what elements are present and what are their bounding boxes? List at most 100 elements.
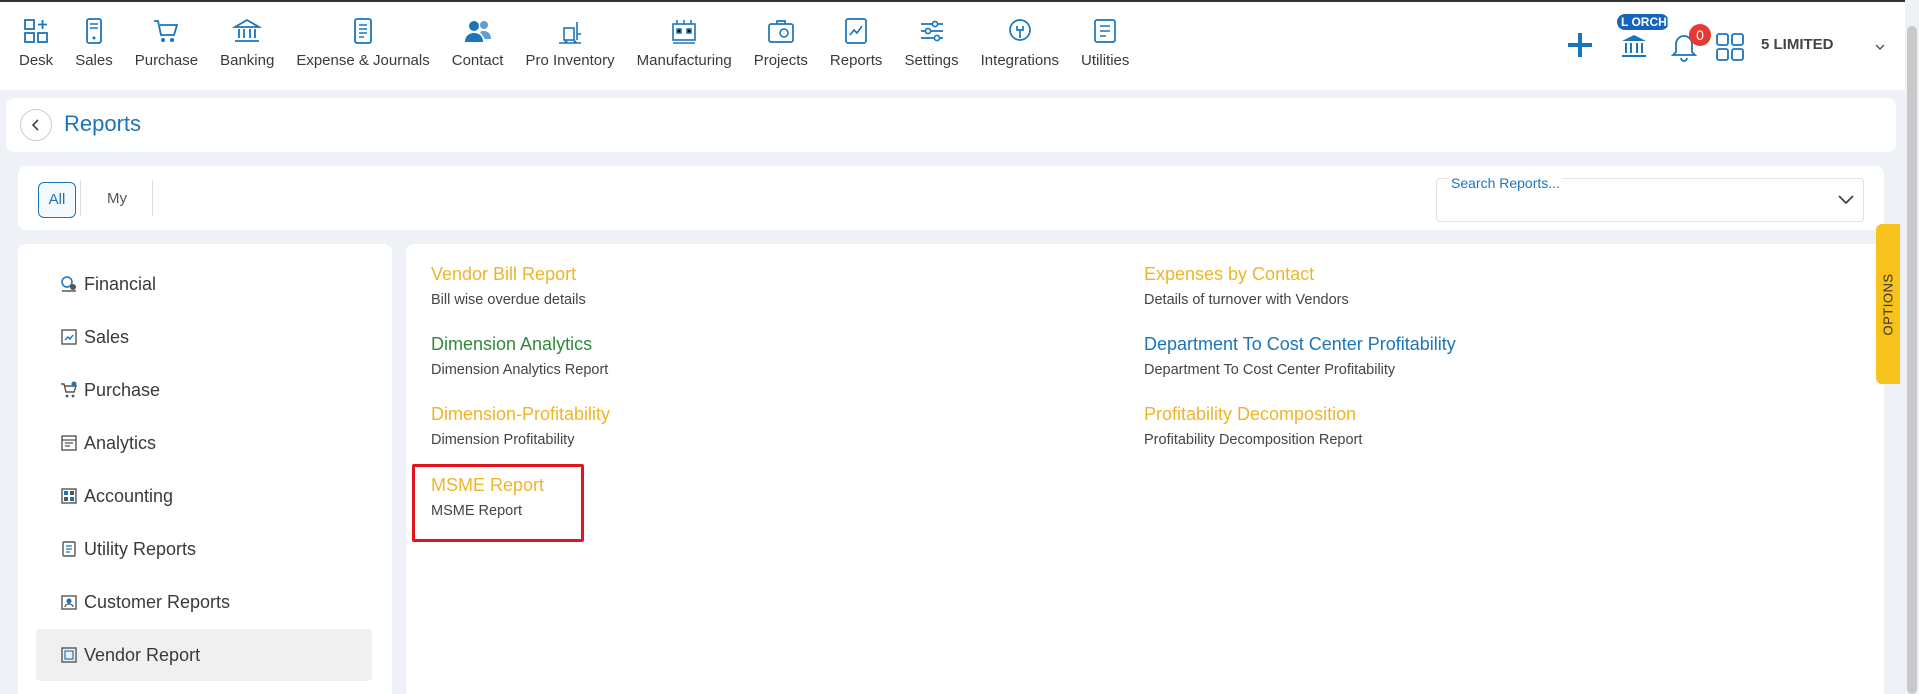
page-scrollbar[interactable] [1907,26,1917,694]
sidebar-item-label: Customer Reports [84,591,231,612]
report-description: Dimension Profitability [431,432,575,448]
back-button[interactable] [20,109,52,141]
filter-bar: All My Search Reports... [18,166,1884,230]
report-description: Details of turnover with Vendors [1144,292,1349,308]
options-tab[interactable]: OPTIONS [1876,224,1900,384]
vendor-report-icon [61,647,77,663]
sidebar-item-label: Sales [84,326,130,347]
options-label: OPTIONS [1880,272,1896,336]
report-name[interactable]: Dimension-Profitability [431,404,610,425]
purchase-report-icon [61,381,77,398]
report-name[interactable]: Vendor Bill Report [431,264,586,285]
nav-label: Pro Inventory [525,52,615,69]
report-dimension-profitability[interactable]: Dimension-Profitability Dimension Profit… [431,404,610,448]
cart-icon [154,20,179,42]
report-vendor-bill[interactable]: Vendor Bill Report Bill wise overdue det… [431,264,586,308]
reports-list: Vendor Bill Report Bill wise overdue det… [406,244,1884,694]
nav-pro-inventory[interactable]: Pro Inventory [514,16,625,69]
bank-icon [232,18,263,42]
sidebar-item-utility-reports[interactable]: Utility Reports [36,523,372,575]
nav-manufacturing[interactable]: Manufacturing [626,16,743,69]
company-name[interactable]: 5 LIMITED [1761,36,1834,53]
sidebar-item-sales[interactable]: Sales [36,311,372,363]
sidebar-item-accounting[interactable]: Accounting [36,470,372,522]
report-category-sidebar: Financial Sales Purchase Analytics Accou… [18,244,392,694]
tab-all[interactable]: All [38,182,76,218]
report-description: Bill wise overdue details [431,292,586,308]
nav-label: Purchase [134,52,199,69]
projects-icon [767,20,794,43]
org-badge[interactable]: L ORCHI [1617,14,1669,30]
sidebar-item-customer-reports[interactable]: Customer Reports [36,576,372,628]
report-name[interactable]: Dimension Analytics [431,334,608,355]
analytics-icon [61,435,77,451]
report-dimension-analytics[interactable]: Dimension Analytics Dimension Analytics … [431,334,608,378]
sliders-icon [920,20,943,42]
nav-label: Contact [451,52,504,69]
factory-icon [672,20,696,44]
financial-icon [61,276,76,292]
sidebar-item-vendor-report[interactable]: Vendor Report [36,629,372,681]
report-description: Dimension Analytics Report [431,362,609,378]
sidebar-item-label: Financial [84,273,157,294]
plus-icon[interactable] [1565,30,1595,60]
desk-icon [24,19,48,43]
utilities-icon [1094,19,1117,43]
nav-label: Projects [753,52,808,69]
notification-count: 0 [1689,24,1711,46]
nav-integrations[interactable]: Integrations [970,16,1070,69]
report-description: Department To Cost Center Profitability [1144,362,1396,378]
page-title: Reports [64,111,142,136]
tab-my[interactable]: My [96,182,138,218]
sidebar-item-financial[interactable]: Financial [36,258,372,310]
report-expenses-by-contact[interactable]: Expenses by Contact Details of turnover … [1144,264,1349,308]
nav-label: Banking [220,52,275,69]
nav-label: Sales [75,52,113,69]
sidebar-item-label: Purchase [84,379,161,400]
page-header: Reports [6,98,1896,152]
contact-icon [464,21,491,42]
sidebar-item-analytics[interactable]: Analytics [36,417,372,469]
report-name[interactable]: Profitability Decomposition [1144,404,1362,425]
accounting-icon [61,488,77,504]
nav-label: Manufacturing [636,52,732,69]
top-right-actions: L ORCHI 0 5 LIMITED [1525,14,1905,76]
nav-purchase[interactable]: Purchase [124,16,209,69]
inventory-icon [559,22,582,44]
nav-reports[interactable]: Reports [819,16,894,69]
top-navigation-bar: Desk Sales Purchase Banking Expense & Jo… [0,0,1905,90]
sidebar-item-label: Analytics [84,432,157,453]
nav-sales[interactable]: Sales [64,16,124,69]
apps-grid-icon[interactable] [1715,32,1745,62]
nav-label: Expense & Journals [296,52,430,69]
organization-icon[interactable] [1619,30,1649,60]
sales-icon [86,18,102,44]
journal-icon [354,18,372,44]
nav-contact[interactable]: Contact [441,16,515,69]
report-profitability-decomposition[interactable]: Profitability Decomposition Profitabilit… [1144,404,1362,448]
nav-banking[interactable]: Banking [209,16,285,69]
nav-label: Integrations [980,52,1060,69]
report-department-cost-center[interactable]: Department To Cost Center Profitability … [1144,334,1456,378]
nav-expense-journals[interactable]: Expense & Journals [285,16,440,69]
sidebar-item-purchase[interactable]: Purchase [36,364,372,416]
sidebar-item-label: Utility Reports [84,538,197,559]
sidebar-item-label: Vendor Report [84,644,201,665]
main-nav: Desk Sales Purchase Banking Expense & Jo… [8,16,1140,69]
nav-label: Desk [19,52,54,69]
nav-label: Reports [829,52,883,69]
divider [80,180,81,216]
chevron-down-icon[interactable] [1837,193,1855,207]
report-name[interactable]: Department To Cost Center Profitability [1144,334,1456,355]
nav-settings[interactable]: Settings [893,16,969,69]
divider [152,180,153,216]
report-description: Profitability Decomposition Report [1144,432,1363,448]
search-input[interactable] [1447,195,1807,217]
reports-icon [845,18,868,44]
search-reports-field[interactable]: Search Reports... [1436,175,1864,222]
nav-projects[interactable]: Projects [743,16,819,69]
nav-desk[interactable]: Desk [8,16,64,69]
report-name[interactable]: Expenses by Contact [1144,264,1349,285]
chevron-down-icon[interactable] [1873,40,1887,54]
nav-utilities[interactable]: Utilities [1070,16,1140,69]
